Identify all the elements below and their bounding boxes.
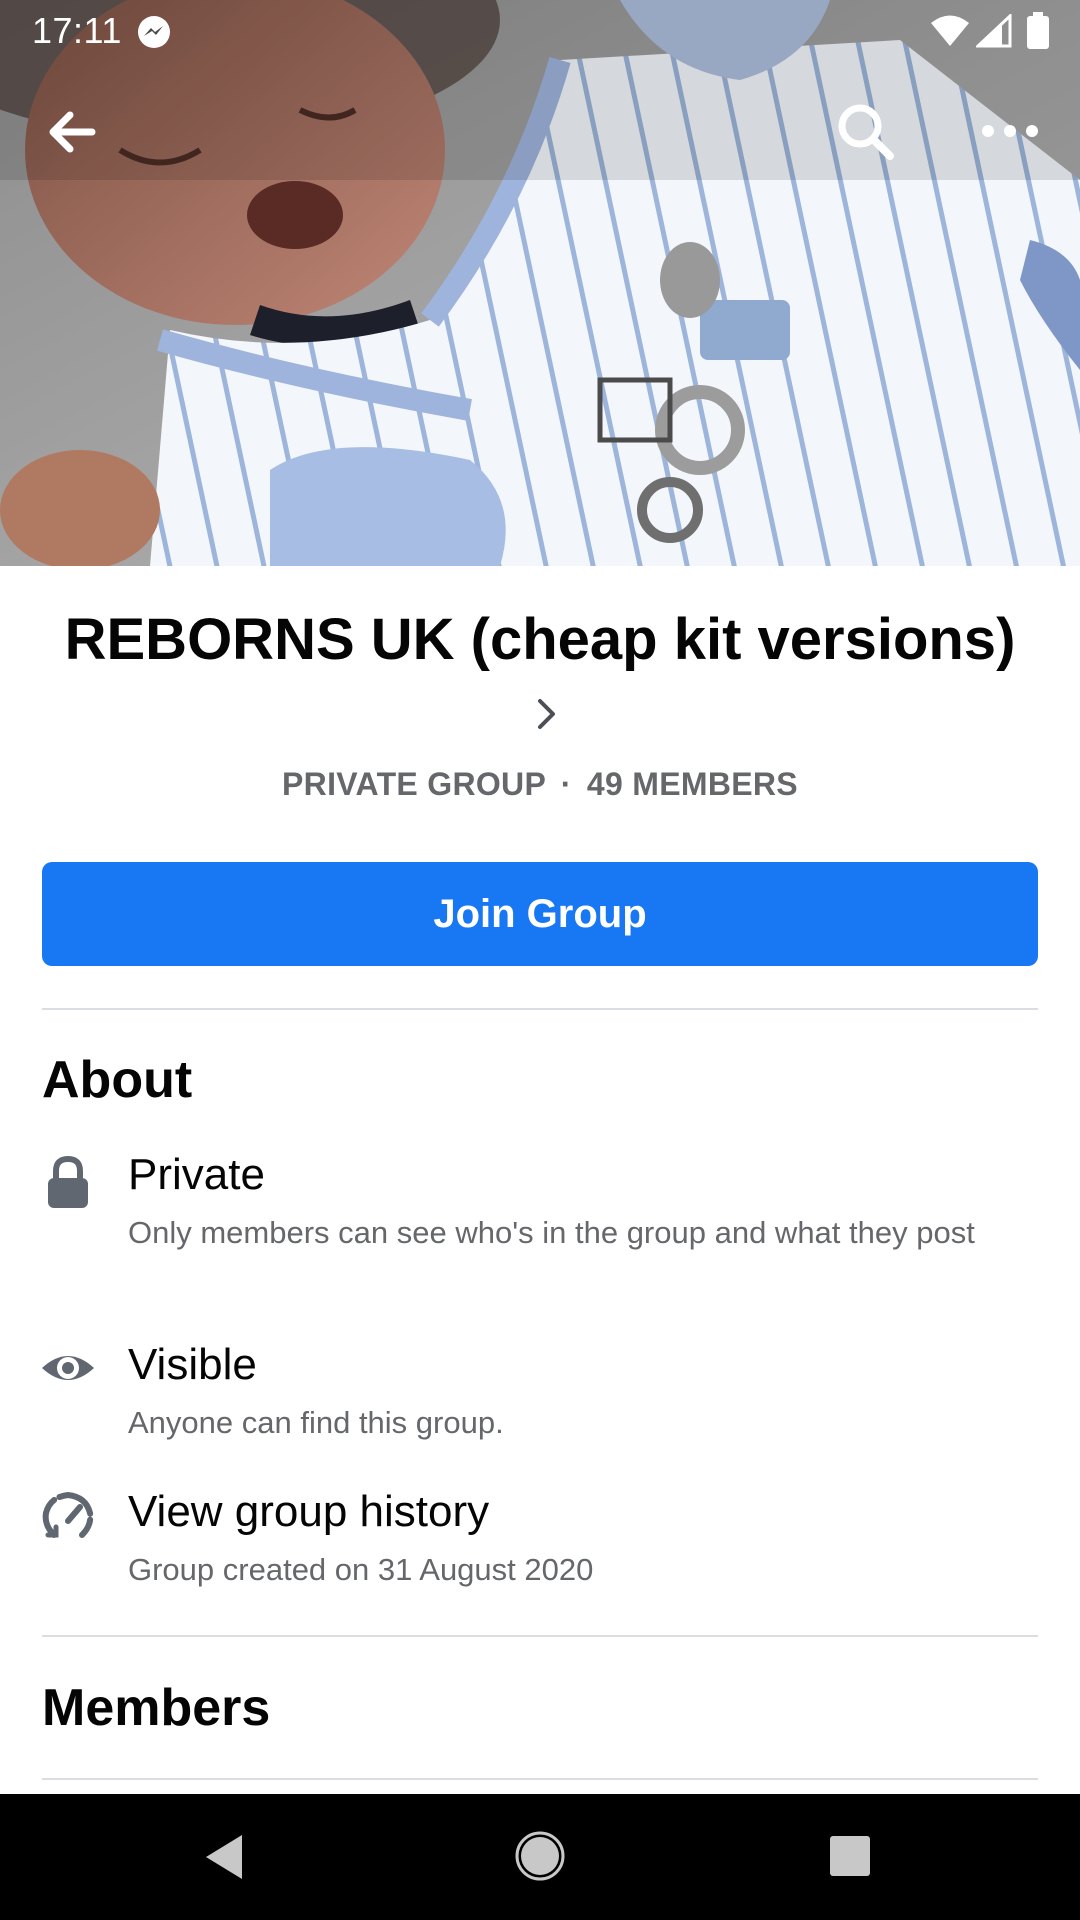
- wifi-icon: [930, 14, 970, 53]
- divider: [42, 1008, 1038, 1010]
- history-icon: [40, 1489, 96, 1545]
- lock-icon: [40, 1154, 96, 1210]
- divider: [42, 1778, 1038, 1780]
- group-meta: PRIVATE GROUP · 49 MEMBERS: [0, 766, 1080, 803]
- members-heading: Members: [42, 1679, 271, 1737]
- about-item-title: Private: [128, 1150, 265, 1199]
- about-item-title: Visible: [128, 1340, 257, 1389]
- more-options-icon: [982, 125, 1038, 137]
- back-button[interactable]: [44, 104, 100, 160]
- group-title: REBORNS UK (cheap kit versions): [64, 607, 1016, 672]
- system-nav-bar: [0, 1794, 1080, 1920]
- view-group-history-item[interactable]: View group history Group created on 31 A…: [0, 1487, 1080, 1597]
- more-options-button[interactable]: [980, 112, 1040, 150]
- group-title-link[interactable]: REBORNS UK (cheap kit versions): [60, 604, 1020, 748]
- group-page: 17:11 REBORNS UK (cheap kit versions) PR…: [0, 0, 1080, 1920]
- about-item-description: Only members can see who's in the group …: [128, 1215, 975, 1250]
- meta-separator: ·: [560, 766, 572, 802]
- search-button[interactable]: [834, 100, 896, 162]
- divider: [42, 1635, 1038, 1637]
- about-item-description: Anyone can find this group.: [128, 1405, 504, 1440]
- about-item-visible: Visible Anyone can find this group.: [0, 1340, 1080, 1450]
- cover-photo[interactable]: [0, 0, 1080, 566]
- about-item-private: Private Only members can see who's in th…: [0, 1150, 1080, 1300]
- join-group-button[interactable]: Join Group: [42, 862, 1038, 966]
- group-members-count: 49 MEMBERS: [586, 766, 798, 802]
- about-item-title: View group history: [128, 1487, 490, 1536]
- chevron-right-icon: [536, 676, 558, 748]
- about-heading: About: [42, 1051, 193, 1109]
- status-time: 17:11: [32, 10, 122, 51]
- eye-icon: [40, 1340, 96, 1396]
- signal-icon: [974, 12, 1012, 53]
- cover-photo-illustration: [0, 0, 1080, 566]
- search-icon: [838, 104, 894, 160]
- status-bar: 17:11: [0, 0, 1080, 64]
- about-item-description: Group created on 31 August 2020: [128, 1552, 594, 1587]
- nav-back-icon[interactable]: [202, 1832, 246, 1887]
- nav-recents-icon[interactable]: [828, 1834, 872, 1883]
- nav-home-icon[interactable]: [514, 1830, 566, 1887]
- group-privacy-label: PRIVATE GROUP: [282, 766, 546, 802]
- battery-icon: [1026, 12, 1050, 55]
- messenger-icon: [136, 14, 172, 55]
- back-arrow-icon: [49, 111, 96, 153]
